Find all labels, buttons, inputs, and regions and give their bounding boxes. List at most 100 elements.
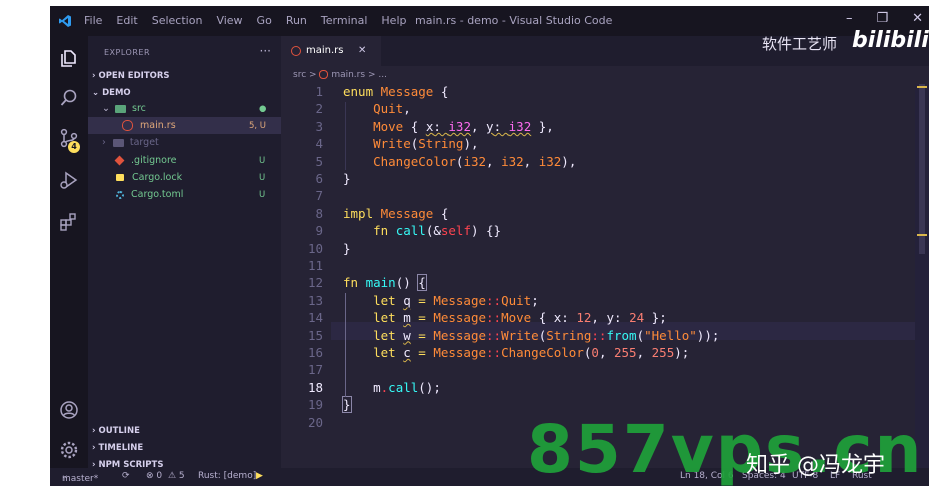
operator: = <box>410 327 434 343</box>
function-name: main <box>365 275 396 291</box>
string: "Hello" <box>644 327 697 343</box>
git-icon <box>114 155 125 166</box>
breadcrumb-separator: > <box>309 70 317 80</box>
folder-icon <box>112 138 124 147</box>
code-line: m.call(); <box>343 380 441 395</box>
punct: : <box>561 310 577 326</box>
punct: ), <box>463 136 479 152</box>
variant: Quit <box>373 101 404 117</box>
close-window-button[interactable]: ✕ <box>912 11 923 26</box>
menu-selection[interactable]: Selection <box>152 14 203 27</box>
type-name: i32 <box>501 153 524 169</box>
breadcrumb-file[interactable]: main.rs <box>331 70 365 80</box>
variant: Quit <box>501 292 532 308</box>
variable: w <box>403 327 411 343</box>
warnings-count[interactable]: ⚠ 5 <box>168 471 185 481</box>
zhihu-watermark: 知乎 @冯龙宇 <box>746 453 885 478</box>
scrollbar-thumb[interactable] <box>919 84 925 254</box>
variant: ChangeColor <box>373 153 456 169</box>
keyword: let <box>373 345 396 360</box>
code-line: } <box>343 241 351 256</box>
menu-help[interactable]: Help <box>381 14 406 27</box>
path-sep: :: <box>486 310 502 326</box>
minimize-button[interactable]: – <box>846 11 853 26</box>
extensions-icon[interactable] <box>59 212 79 232</box>
tree-item-label: src <box>132 103 146 114</box>
tab-main-rs[interactable]: main.rs ✕ <box>281 36 381 66</box>
field: y <box>606 310 615 326</box>
punct: () <box>395 275 419 291</box>
type-name: String <box>418 136 464 152</box>
variant: Write <box>373 136 411 152</box>
menu-file[interactable]: File <box>84 14 102 27</box>
menu-view[interactable]: View <box>216 14 242 27</box>
line-number: 11 <box>307 258 323 273</box>
menu-go[interactable]: Go <box>257 14 272 27</box>
line-number: 13 <box>307 292 323 308</box>
function-name: call <box>388 379 419 395</box>
tree-item-label: main.rs <box>140 120 176 131</box>
number: 24 <box>629 310 645 326</box>
line-number: 12 <box>307 275 323 291</box>
tree-item-src[interactable]: ⌄ src <box>102 100 272 117</box>
number: 255 <box>651 345 675 360</box>
errors-count[interactable]: ⊗ 0 <box>146 471 162 481</box>
sync-icon[interactable]: ⟳ <box>122 471 130 481</box>
explorer-files-icon[interactable] <box>59 48 79 68</box>
punct: , <box>636 345 652 360</box>
code-line: let m = Message::Move { x: 12, y: 24 }; <box>343 310 667 325</box>
tree-item-gitignore[interactable]: .gitignore <box>114 152 266 169</box>
punct: { <box>440 205 449 221</box>
outline-section[interactable]: › OUTLINE <box>92 426 140 436</box>
tree-item-target[interactable]: › target <box>102 134 272 151</box>
more-actions-icon[interactable]: ··· <box>260 44 271 58</box>
search-icon[interactable] <box>59 88 79 108</box>
code-line: let w = Message::Write(String::from("Hel… <box>343 328 719 343</box>
punct: ; <box>531 292 539 308</box>
run-icon[interactable]: ▶ <box>256 471 263 481</box>
number: 255 <box>614 345 637 360</box>
tree-item-cargo-toml[interactable]: Cargo.toml <box>116 186 266 203</box>
punct: { <box>440 84 449 99</box>
code-line: Move { x: i32, y: i32 }, <box>343 119 554 134</box>
number: 0 <box>591 345 599 360</box>
path-sep: :: <box>486 345 502 360</box>
title-bar: File Edit Selection View Go Run Terminal… <box>50 6 929 36</box>
variable: m <box>403 310 411 326</box>
breadcrumb-symbol[interactable]: ... <box>378 70 387 80</box>
punct: , <box>523 153 539 169</box>
account-icon[interactable] <box>59 400 79 420</box>
tree-item-cargo-lock[interactable]: Cargo.lock <box>116 169 266 186</box>
menu-terminal[interactable]: Terminal <box>321 14 368 27</box>
demo-folder-section[interactable]: ⌄ DEMO <box>92 88 131 98</box>
breadcrumb-folder[interactable]: src <box>293 70 306 80</box>
branch-label: master* <box>62 474 99 484</box>
menu-edit[interactable]: Edit <box>116 14 137 27</box>
problems-status: 5, U <box>249 121 267 131</box>
close-tab-icon[interactable]: ✕ <box>358 45 366 56</box>
run-debug-icon[interactable] <box>59 170 79 190</box>
line-number: 2 <box>315 101 323 117</box>
field: y <box>486 118 494 134</box>
badge-count: 4 <box>71 142 77 151</box>
punct: (); <box>418 379 441 395</box>
outline-label: OUTLINE <box>98 426 140 436</box>
settings-gear-icon[interactable] <box>59 440 79 460</box>
modified-dot: ● <box>259 104 267 114</box>
keyword: let <box>373 327 396 343</box>
untracked-status: U <box>259 190 266 200</box>
variant: ChangeColor <box>501 345 584 360</box>
timeline-label: TIMELINE <box>98 443 144 453</box>
line-number-current: 18 <box>307 379 323 395</box>
keyword: fn <box>343 275 359 291</box>
rust-analyzer-status[interactable]: Rust: [demo] <box>198 471 256 481</box>
menu-run[interactable]: Run <box>286 14 307 27</box>
line-number: 9 <box>315 223 323 239</box>
rust-file-icon <box>122 120 133 131</box>
open-editors-section[interactable]: › OPEN EDITORS <box>92 71 170 81</box>
restore-button[interactable]: ❐ <box>876 11 888 26</box>
timeline-section[interactable]: › TIMELINE <box>92 443 143 453</box>
problem-marker <box>917 234 927 236</box>
type-name: String <box>546 327 592 343</box>
type-name: Message <box>380 205 434 221</box>
